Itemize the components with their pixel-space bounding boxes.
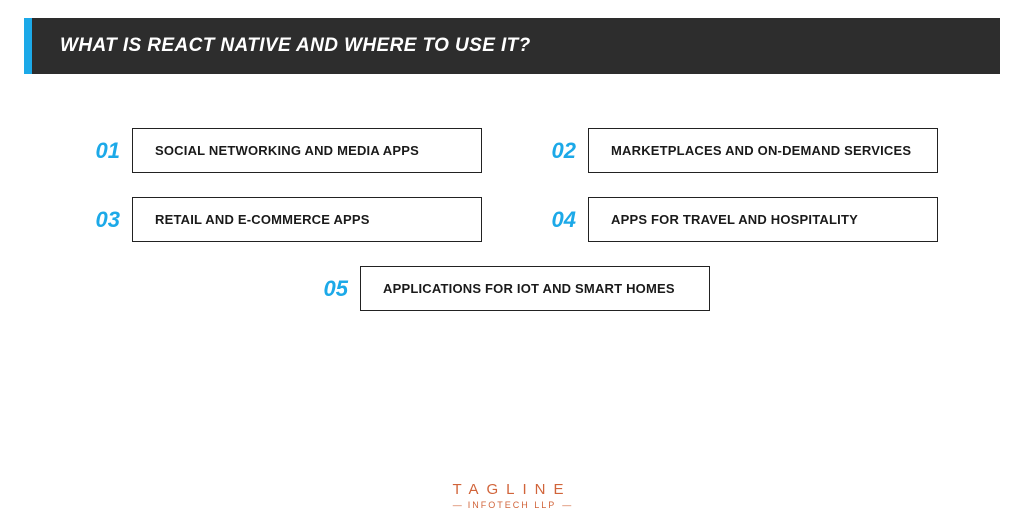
- header-accent-bar: [24, 18, 32, 74]
- list-item: 03 RETAIL AND E-COMMERCE APPS: [86, 197, 482, 242]
- item-box: MARKETPLACES AND ON-DEMAND SERVICES: [588, 128, 938, 173]
- list-item: 04 APPS FOR TRAVEL AND HOSPITALITY: [542, 197, 938, 242]
- page-title: WHAT IS REACT NATIVE AND WHERE TO USE IT…: [60, 35, 531, 57]
- header-bar: WHAT IS REACT NATIVE AND WHERE TO USE IT…: [32, 18, 1000, 74]
- item-label: MARKETPLACES AND ON-DEMAND SERVICES: [611, 143, 915, 158]
- item-box: RETAIL AND E-COMMERCE APPS: [132, 197, 482, 242]
- list-item: 01 SOCIAL NETWORKING AND MEDIA APPS: [86, 128, 482, 173]
- list-item: 02 MARKETPLACES AND ON-DEMAND SERVICES: [542, 128, 938, 173]
- item-label: SOCIAL NETWORKING AND MEDIA APPS: [155, 143, 459, 158]
- brand-name: TAGLINE: [0, 481, 1024, 498]
- item-number: 04: [542, 207, 576, 233]
- item-number: 03: [86, 207, 120, 233]
- item-label: APPS FOR TRAVEL AND HOSPITALITY: [611, 212, 915, 227]
- list-item: 05 APPLICATIONS FOR IOT AND SMART HOMES: [314, 266, 710, 311]
- item-label: RETAIL AND E-COMMERCE APPS: [155, 212, 459, 227]
- item-box: APPLICATIONS FOR IOT AND SMART HOMES: [360, 266, 710, 311]
- grid-row: 01 SOCIAL NETWORKING AND MEDIA APPS 02 M…: [86, 128, 938, 173]
- brand-subtitle: INFOTECH LLP: [0, 500, 1024, 510]
- item-number: 05: [314, 276, 348, 302]
- item-number: 01: [86, 138, 120, 164]
- item-label: APPLICATIONS FOR IOT AND SMART HOMES: [383, 281, 687, 296]
- item-box: APPS FOR TRAVEL AND HOSPITALITY: [588, 197, 938, 242]
- item-number: 02: [542, 138, 576, 164]
- page-header: WHAT IS REACT NATIVE AND WHERE TO USE IT…: [24, 18, 1000, 74]
- footer-logo: TAGLINE INFOTECH LLP: [0, 481, 1024, 510]
- grid-row: 05 APPLICATIONS FOR IOT AND SMART HOMES: [314, 266, 710, 311]
- grid-row: 03 RETAIL AND E-COMMERCE APPS 04 APPS FO…: [86, 197, 938, 242]
- use-case-grid: 01 SOCIAL NETWORKING AND MEDIA APPS 02 M…: [0, 128, 1024, 311]
- item-box: SOCIAL NETWORKING AND MEDIA APPS: [132, 128, 482, 173]
